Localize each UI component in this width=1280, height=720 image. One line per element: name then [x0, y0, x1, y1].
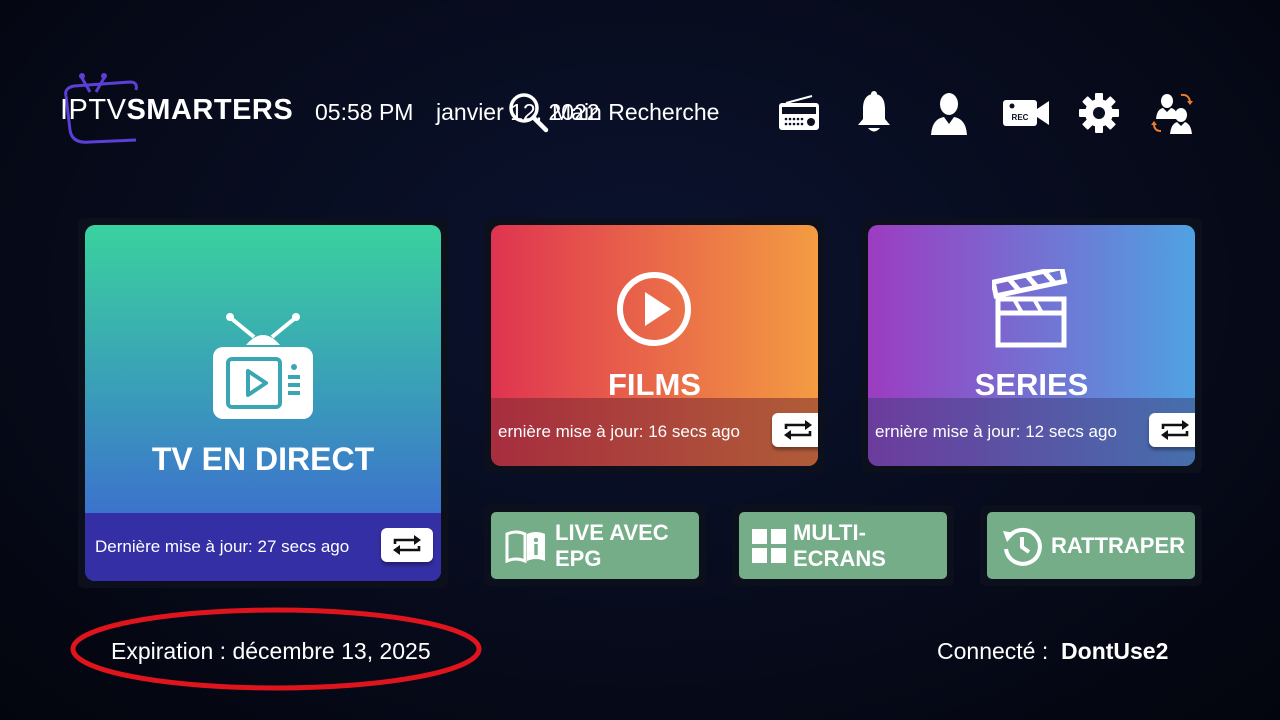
- switch-user-icon: [1151, 93, 1193, 134]
- catchup-label: RATTRAPER: [1051, 532, 1186, 558]
- catchup-button[interactable]: RATTRAPER: [987, 512, 1195, 579]
- connected-user: Connecté : DontUse2: [937, 638, 1168, 665]
- search-icon[interactable]: [506, 90, 550, 134]
- live-tv-title: TV EN DIRECT: [151, 441, 375, 477]
- logo-iptv-text: IPTV: [60, 94, 127, 126]
- films-update-text: ernière mise à jour: 16 secs ago: [498, 422, 740, 441]
- films-tile[interactable]: FILMS ernière mise à jour: 16 secs ago: [491, 225, 818, 466]
- gear-icon: [1079, 93, 1119, 133]
- refresh-icon: [393, 535, 421, 555]
- tv-icon: [213, 313, 313, 419]
- account-button[interactable]: [922, 86, 976, 140]
- radio-button[interactable]: [772, 86, 826, 140]
- book-info-icon: [505, 530, 545, 563]
- switch-user-button[interactable]: [1148, 86, 1202, 140]
- refresh-icon: [784, 420, 812, 440]
- multi-label-line2: ECRANS: [793, 545, 886, 571]
- radio-icon: [779, 95, 819, 130]
- clapperboard-icon: [992, 269, 1068, 348]
- live-tv-tile[interactable]: TV EN DIRECT Dernière mise à jour: 27 se…: [85, 225, 441, 581]
- live-refresh-button[interactable]: [381, 528, 433, 562]
- annotation-ellipse: [70, 607, 482, 691]
- series-tile[interactable]: SERIES ernière mise à jour: 12 secs ago: [868, 225, 1195, 466]
- live-update-text: Dernière mise à jour: 27 secs ago: [95, 537, 350, 556]
- series-update-text: ernière mise à jour: 12 secs ago: [875, 422, 1117, 441]
- epg-label-line1: LIVE AVEC: [555, 519, 669, 545]
- username: DontUse2: [1061, 638, 1169, 664]
- bell-icon: [858, 91, 890, 132]
- recordings-button[interactable]: REC: [998, 86, 1054, 140]
- series-refresh-button[interactable]: [1149, 413, 1195, 447]
- clock-time: 05:58 PM: [315, 99, 414, 125]
- refresh-icon: [1161, 420, 1189, 440]
- multi-screen-button[interactable]: MULTI- ECRANS: [739, 512, 947, 579]
- user-icon: [931, 93, 967, 135]
- play-circle-icon: [617, 272, 691, 346]
- settings-button[interactable]: [1072, 86, 1126, 140]
- grid-icon: [752, 528, 786, 563]
- films-update-bar: ernière mise à jour: 16 secs ago: [491, 398, 818, 466]
- rec-label: REC: [1012, 113, 1029, 122]
- epg-label-line2: EPG: [555, 545, 602, 571]
- search-label[interactable]: Main Recherche: [552, 99, 719, 126]
- connected-label: Connecté :: [937, 638, 1049, 664]
- app-logo: IPTVSMARTERS: [60, 60, 294, 150]
- notifications-button[interactable]: [847, 86, 901, 140]
- series-update-bar: ernière mise à jour: 12 secs ago: [868, 398, 1195, 466]
- films-refresh-button[interactable]: [772, 413, 818, 447]
- record-camera-icon: REC: [1003, 100, 1049, 126]
- multi-label-line1: MULTI-: [793, 519, 866, 545]
- live-epg-button[interactable]: LIVE AVEC EPG: [491, 512, 699, 579]
- logo-smarters-text: SMARTERS: [126, 94, 294, 126]
- history-icon: [1003, 527, 1042, 566]
